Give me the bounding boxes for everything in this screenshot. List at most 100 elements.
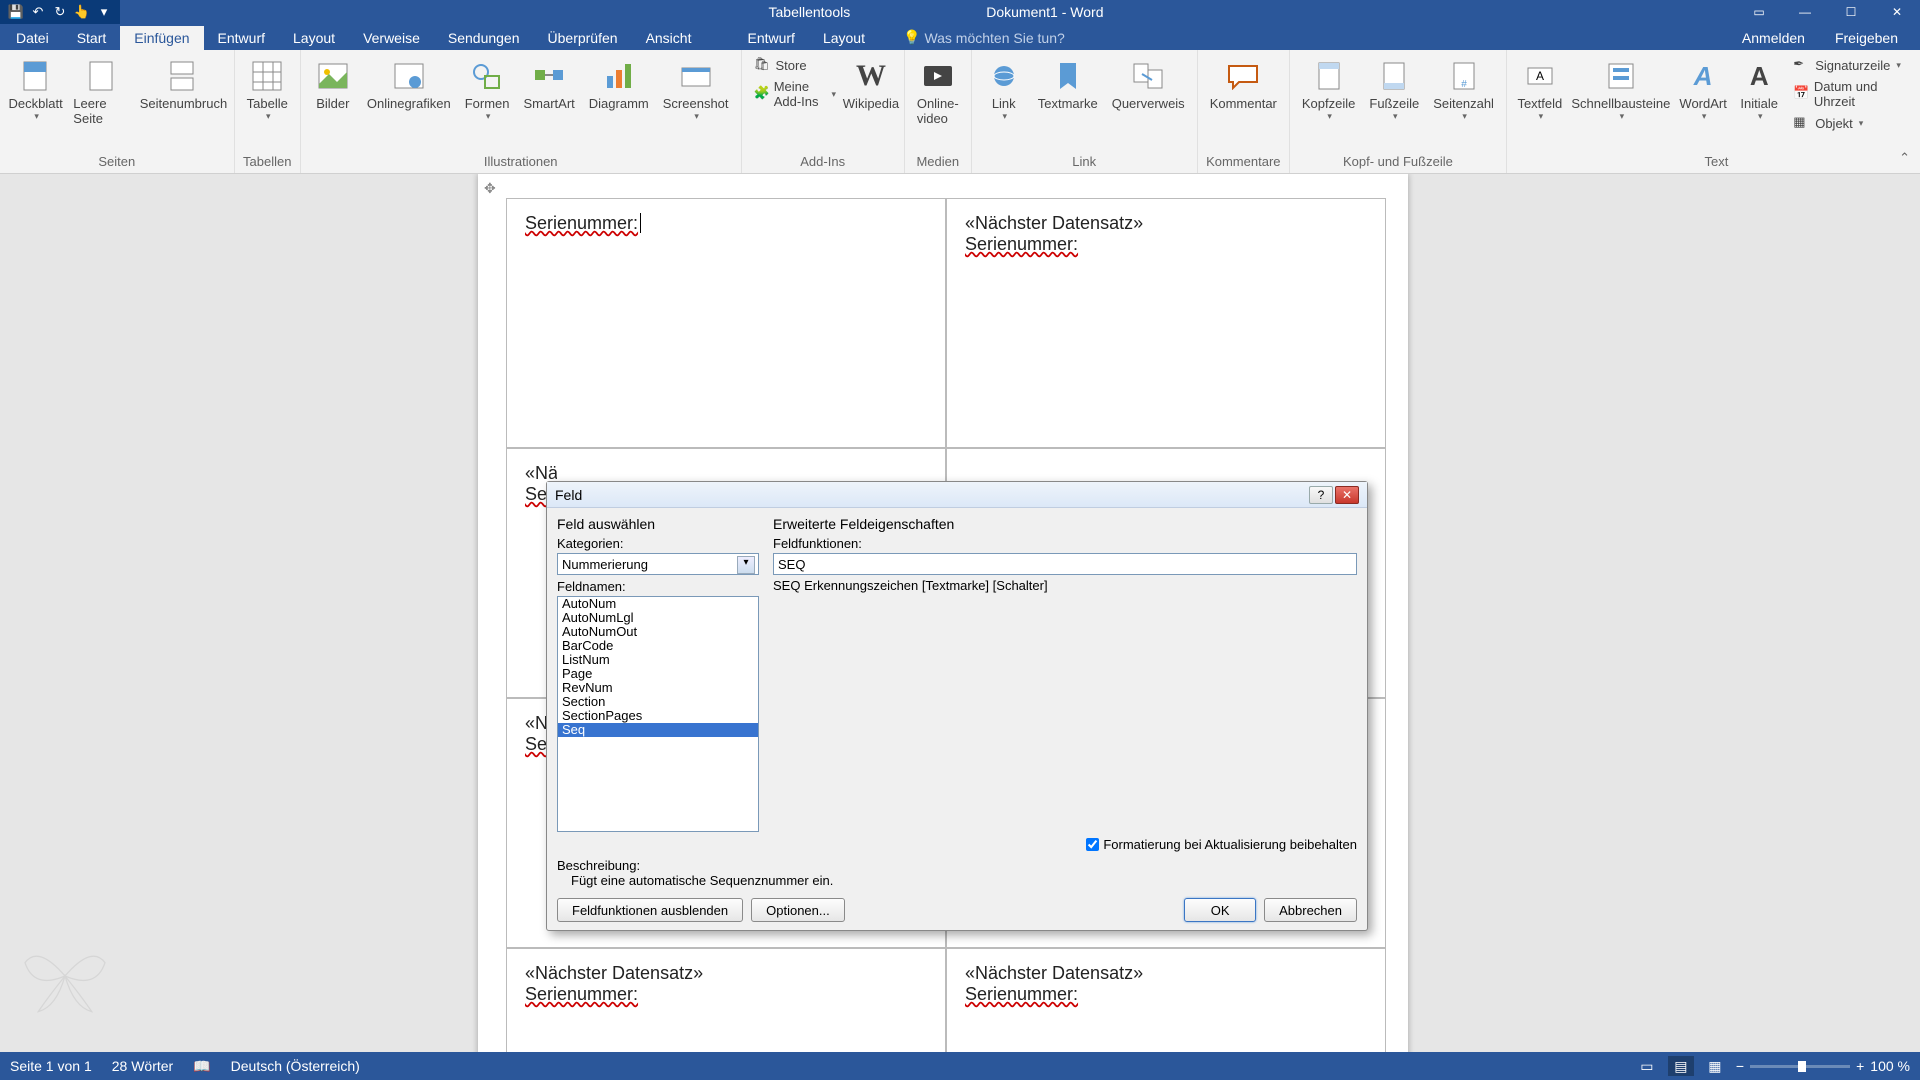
categories-label: Kategorien: — [557, 536, 759, 551]
label-cell[interactable]: «Nächster Datensatz» Serienummer: — [946, 948, 1386, 1052]
list-item[interactable]: AutoNumOut — [558, 625, 758, 639]
qat-more-icon[interactable]: ▾ — [96, 4, 112, 20]
touch-mode-icon[interactable]: 👆 — [74, 4, 90, 20]
deckblatt-button[interactable]: Deckblatt — [6, 54, 65, 126]
list-item[interactable]: BarCode — [558, 639, 758, 653]
tabelle-button[interactable]: Tabelle — [241, 54, 294, 126]
querverweis-button[interactable]: Querverweis — [1106, 54, 1191, 115]
group-link-label: Link — [978, 154, 1191, 171]
tab-start[interactable]: Start — [63, 26, 121, 50]
word-count[interactable]: 28 Wörter — [112, 1058, 173, 1074]
zoom-in-button[interactable]: + — [1856, 1058, 1864, 1074]
fieldfunc-hint: SEQ Erkennungszeichen [Textmarke] [Schal… — [773, 578, 1357, 593]
signin-link[interactable]: Anmelden — [1736, 26, 1811, 50]
language-indicator[interactable]: Deutsch (Österreich) — [231, 1058, 360, 1074]
initiale-button[interactable]: AInitiale — [1733, 54, 1785, 126]
textfeld-button[interactable]: ATextfeld — [1513, 54, 1567, 126]
meine-addins-button[interactable]: 🧩Meine Add-Ins — [748, 77, 843, 111]
tab-ueberpruefen[interactable]: Überprüfen — [534, 26, 632, 50]
ribbon-options-icon[interactable]: ▭ — [1736, 0, 1782, 24]
label-cell[interactable]: «Nächster Datensatz» Serienummer: — [506, 948, 946, 1052]
smartart-button[interactable]: SmartArt — [517, 54, 580, 115]
tab-datei[interactable]: Datei — [2, 26, 63, 50]
list-item[interactable]: Seq — [558, 723, 758, 737]
group-addins-label: Add-Ins — [748, 154, 898, 171]
link-button[interactable]: Link — [978, 54, 1030, 126]
minimize-button[interactable]: — — [1782, 0, 1828, 24]
schnellbausteine-button[interactable]: Schnellbausteine — [1569, 54, 1673, 126]
dialog-titlebar[interactable]: Feld ? ✕ — [547, 482, 1367, 508]
share-button[interactable]: Freigeben — [1829, 26, 1904, 50]
seitenzahl-button[interactable]: #Seitenzahl — [1427, 54, 1500, 126]
page-indicator[interactable]: Seite 1 von 1 — [10, 1058, 92, 1074]
close-window-button[interactable]: ✕ — [1874, 0, 1920, 24]
bilder-button[interactable]: Bilder — [307, 54, 359, 115]
label-cell[interactable]: Serienummer: — [506, 198, 946, 448]
kopfzeile-button[interactable]: Kopfzeile — [1296, 54, 1361, 126]
list-item[interactable]: AutoNumLgl — [558, 611, 758, 625]
tab-ansicht[interactable]: Ansicht — [632, 26, 706, 50]
formen-button[interactable]: Formen — [459, 54, 516, 126]
fieldnames-listbox[interactable]: AutoNum AutoNumLgl AutoNumOut BarCode Li… — [557, 596, 759, 832]
web-layout-icon[interactable]: ▦ — [1702, 1056, 1728, 1076]
ok-button[interactable]: OK — [1184, 898, 1256, 922]
tab-tools-layout[interactable]: Layout — [809, 26, 879, 50]
group-text-label: Text — [1513, 154, 1920, 171]
dialog-help-button[interactable]: ? — [1309, 486, 1333, 504]
zoom-slider[interactable] — [1750, 1065, 1850, 1068]
list-item[interactable]: Section — [558, 695, 758, 709]
tab-entwurf[interactable]: Entwurf — [204, 26, 279, 50]
context-tab-label: Tabellentools — [753, 2, 867, 22]
hide-fieldcodes-button[interactable]: Feldfunktionen ausblenden — [557, 898, 743, 922]
screenshot-button[interactable]: Screenshot — [657, 54, 735, 126]
leere-seite-button[interactable]: Leere Seite — [67, 54, 137, 130]
maximize-button[interactable]: ☐ — [1828, 0, 1874, 24]
document-area: ✥ Serienummer: «Nächster Datensatz» Seri… — [0, 174, 1920, 1052]
list-item[interactable]: SectionPages — [558, 709, 758, 723]
fusszeile-button[interactable]: Fußzeile — [1363, 54, 1425, 126]
tab-sendungen[interactable]: Sendungen — [434, 26, 534, 50]
dialog-close-button[interactable]: ✕ — [1335, 486, 1359, 504]
store-icon: 🛍 — [754, 56, 772, 74]
diagramm-button[interactable]: Diagramm — [583, 54, 655, 115]
undo-icon[interactable]: ↶ — [30, 4, 46, 20]
cancel-button[interactable]: Abbrechen — [1264, 898, 1357, 922]
zoom-out-button[interactable]: − — [1736, 1058, 1744, 1074]
store-button[interactable]: 🛍Store — [748, 54, 843, 76]
fieldfunc-label: Feldfunktionen: — [773, 536, 1357, 551]
signaturzeile-button[interactable]: ✒Signaturzeile — [1787, 54, 1920, 76]
read-mode-icon[interactable]: ▭ — [1634, 1056, 1660, 1076]
options-button[interactable]: Optionen... — [751, 898, 845, 922]
print-layout-icon[interactable]: ▤ — [1668, 1056, 1694, 1076]
proofing-icon[interactable]: 📖 — [193, 1058, 210, 1075]
wordart-button[interactable]: AWordArt — [1675, 54, 1731, 126]
tab-verweise[interactable]: Verweise — [349, 26, 434, 50]
onlinegrafiken-button[interactable]: Onlinegrafiken — [361, 54, 457, 115]
categories-combo[interactable]: Nummerierung — [557, 553, 759, 575]
tab-einfuegen[interactable]: Einfügen — [120, 26, 203, 50]
tell-me-input[interactable]: 💡Was möchten Sie tun? — [889, 25, 1079, 50]
onlinevideo-button[interactable]: Online-video — [911, 54, 965, 130]
list-item[interactable]: AutoNum — [558, 597, 758, 611]
wikipedia-button[interactable]: WWikipedia — [844, 54, 898, 115]
preserve-format-checkbox[interactable] — [1086, 838, 1099, 851]
textmarke-button[interactable]: Textmarke — [1032, 54, 1104, 115]
tab-layout[interactable]: Layout — [279, 26, 349, 50]
redo-icon[interactable]: ↻ — [52, 4, 68, 20]
table-anchor-icon[interactable]: ✥ — [484, 180, 496, 197]
tab-tools-entwurf[interactable]: Entwurf — [733, 26, 808, 50]
kommentar-button[interactable]: Kommentar — [1204, 54, 1283, 115]
datum-uhrzeit-button[interactable]: 📅Datum und Uhrzeit — [1787, 77, 1920, 111]
list-item[interactable]: RevNum — [558, 681, 758, 695]
description-text: Fügt eine automatische Sequenznummer ein… — [571, 873, 1357, 888]
list-item[interactable]: ListNum — [558, 653, 758, 667]
list-item[interactable]: Page — [558, 667, 758, 681]
seitenumbruch-button[interactable]: Seitenumbruch — [139, 54, 227, 115]
save-icon[interactable]: 💾 — [8, 4, 24, 20]
fieldfunc-input[interactable] — [773, 553, 1357, 575]
objekt-button[interactable]: ▦Objekt — [1787, 112, 1920, 134]
svg-text:#: # — [1461, 79, 1467, 90]
label-cell[interactable]: «Nächster Datensatz» Serienummer: — [946, 198, 1386, 448]
zoom-value[interactable]: 100 % — [1870, 1058, 1910, 1074]
collapse-ribbon-icon[interactable]: ⌃ — [1899, 150, 1910, 166]
